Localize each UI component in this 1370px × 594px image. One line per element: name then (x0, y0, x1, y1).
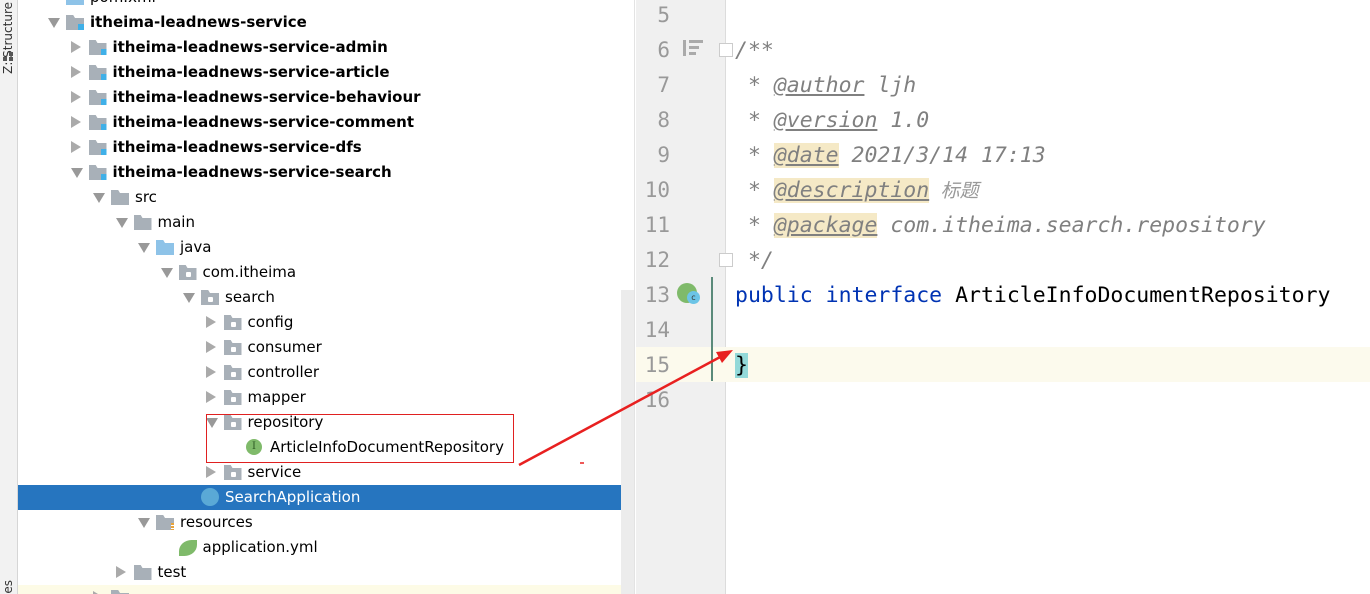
annotation-arrow (518, 350, 733, 467)
